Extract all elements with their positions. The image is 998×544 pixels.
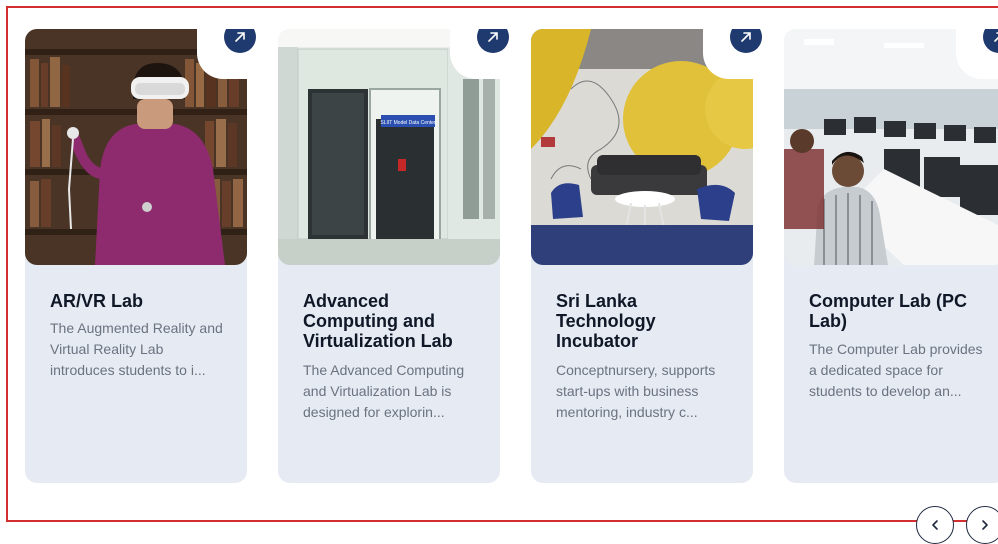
- carousel-prev-button[interactable]: [916, 506, 954, 544]
- lab-card-arvr[interactable]: AR/VR Lab The Augmented Reality and Virt…: [25, 29, 257, 483]
- card-description: The Computer Lab provides a dedicated sp…: [809, 341, 983, 399]
- chevron-right-icon: [982, 520, 988, 530]
- corner-notch: [703, 29, 763, 79]
- carousel-next-button[interactable]: [966, 506, 998, 544]
- corner-notch: [197, 29, 257, 79]
- card-carousel-track: AR/VR Lab The Augmented Reality and Virt…: [25, 29, 998, 483]
- card-description: Conceptnursery, supports start-ups with …: [556, 362, 716, 420]
- arrow-up-right-icon[interactable]: [983, 29, 998, 53]
- card-title[interactable]: AR/VR Lab: [50, 291, 230, 311]
- lab-card-computer-lab[interactable]: Computer Lab (PC Lab) The Computer Lab p…: [784, 29, 998, 483]
- card-description: The Advanced Computing and Virtualizatio…: [303, 362, 465, 420]
- arrow-up-right-icon[interactable]: [224, 29, 256, 53]
- arrow-up-right-icon[interactable]: [730, 29, 762, 53]
- card-title[interactable]: Sri Lanka Technology Incubator: [556, 291, 736, 351]
- lab-card-incubator[interactable]: Sri Lanka Technology Incubator Conceptnu…: [531, 29, 763, 483]
- arrow-up-right-icon[interactable]: [477, 29, 509, 53]
- card-title[interactable]: Computer Lab (PC Lab): [809, 291, 989, 331]
- lab-card-advanced-computing[interactable]: SLIIT Model Data Center Advanced Computi…: [278, 29, 510, 483]
- card-title[interactable]: Advanced Computing and Virtualization La…: [303, 291, 483, 351]
- svg-text:SLIIT Model Data Center: SLIIT Model Data Center: [380, 120, 436, 126]
- corner-notch: [450, 29, 510, 79]
- chevron-left-icon: [932, 520, 938, 530]
- card-description: The Augmented Reality and Virtual Realit…: [50, 320, 223, 378]
